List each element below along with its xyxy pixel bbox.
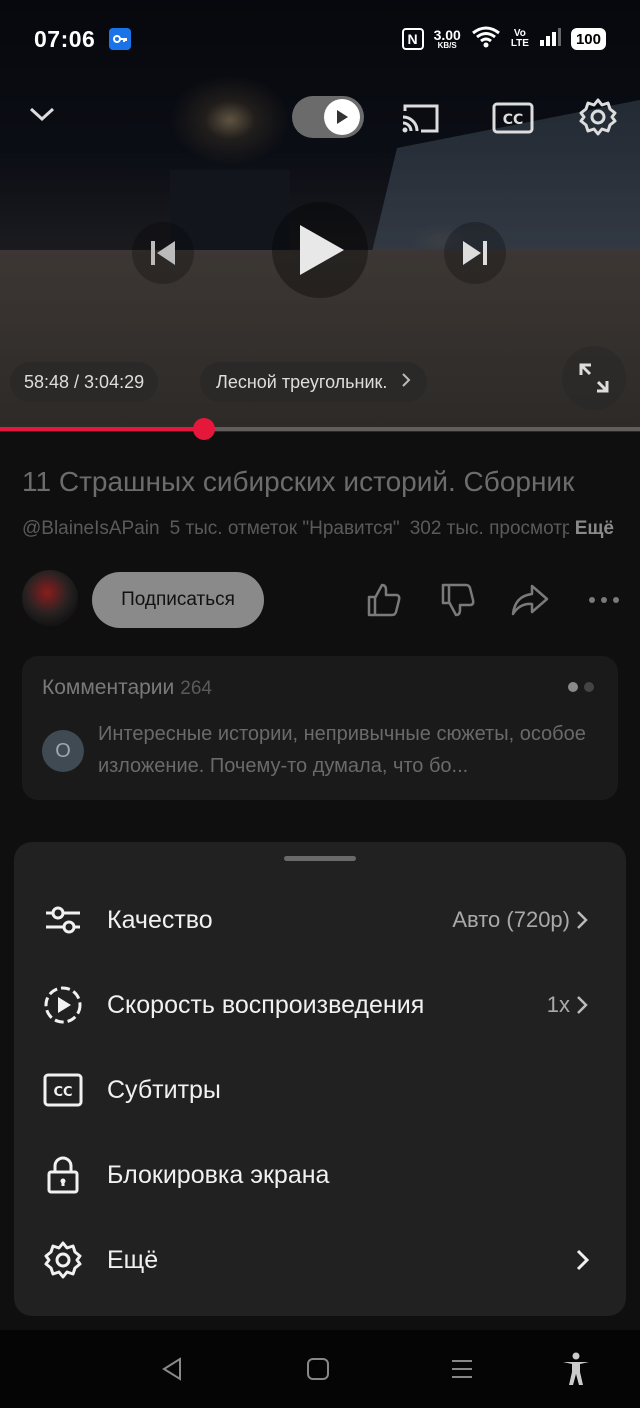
- nfc-icon: N: [401, 28, 424, 50]
- accessibility-icon[interactable]: [554, 1347, 598, 1391]
- progress-bar[interactable]: [0, 418, 640, 440]
- more-settings-label: Ещё: [107, 1245, 159, 1274]
- playback-speed-label: Скорость воспроизведения: [107, 990, 425, 1019]
- comments-title: Комментарии: [42, 676, 175, 699]
- playback-speed-menu-item[interactable]: Скорость воспроизведения 1x: [14, 963, 626, 1047]
- share-button[interactable]: [508, 578, 552, 622]
- comments-count: 264: [180, 678, 212, 699]
- channel-avatar[interactable]: [22, 570, 78, 626]
- more-actions-button[interactable]: [582, 578, 626, 622]
- svg-text:CC: CC: [503, 112, 524, 128]
- chapter-title: Лесной треугольник.: [216, 371, 388, 392]
- subtitles-label: Субтитры: [107, 1075, 221, 1104]
- status-time: 07:06: [34, 25, 96, 52]
- comment-preview: Интересные истории, непривычные сюжеты, …: [98, 723, 586, 777]
- like-button[interactable]: [362, 578, 406, 622]
- gear-icon: [42, 1239, 84, 1281]
- subscribe-button[interactable]: Подписаться: [92, 572, 264, 628]
- player-settings-sheet: Качество Авто (720p) Скорость воспроизве…: [14, 842, 626, 1316]
- video-title[interactable]: 11 Страшных сибирских историй. Сборник: [22, 466, 622, 498]
- dislike-button[interactable]: [436, 578, 480, 622]
- play-button[interactable]: [272, 202, 368, 298]
- autoplay-play-icon: [324, 99, 360, 135]
- channel-handle: @BlaineIsAPain: [22, 518, 160, 539]
- screen-lock-label: Блокировка экрана: [107, 1160, 330, 1189]
- battery-icon: 100: [570, 28, 606, 50]
- playback-speed-value: 1x: [546, 992, 570, 1017]
- chevron-right-icon: [401, 372, 411, 393]
- chapter-button[interactable]: Лесной треугольник.: [200, 362, 428, 402]
- player-settings-gear-icon[interactable]: [576, 94, 620, 140]
- chevron-right-icon: [576, 908, 590, 932]
- net-speed-value: 3.00: [433, 27, 461, 43]
- captions-button[interactable]: CC: [490, 96, 536, 140]
- sheet-drag-handle[interactable]: [284, 856, 356, 861]
- net-speed-unit: KB/S: [437, 41, 457, 50]
- playback-speed-icon: [42, 984, 84, 1026]
- minimize-player-button[interactable]: [22, 94, 62, 134]
- next-video-button[interactable]: [444, 222, 506, 284]
- video-meta[interactable]: @BlaineIsAPain 5 тыс. отметок "Нравится"…: [22, 518, 622, 540]
- svg-text:CC: CC: [53, 1085, 72, 1100]
- system-navigation-bar: [0, 1330, 640, 1408]
- back-icon[interactable]: [150, 1347, 194, 1391]
- autoplay-toggle[interactable]: [292, 96, 364, 138]
- screen-lock-menu-item[interactable]: Блокировка экрана: [14, 1133, 626, 1217]
- vpn-key-icon: [109, 28, 132, 50]
- progress-scrubber[interactable]: [192, 418, 215, 440]
- commenter-avatar: О: [42, 730, 84, 772]
- quality-label: Качество: [107, 905, 213, 934]
- quality-sliders-icon: [42, 899, 84, 941]
- chevron-right-icon: [576, 1248, 590, 1272]
- wifi-icon: [471, 25, 501, 54]
- more-description-button[interactable]: Ещё: [568, 518, 614, 540]
- comments-card[interactable]: Комментарии 264 О Интересные истории, неп…: [22, 656, 618, 800]
- cast-button[interactable]: [398, 96, 442, 140]
- volte-bottom: LTE: [510, 38, 529, 49]
- fullscreen-button[interactable]: [562, 346, 626, 410]
- more-settings-menu-item[interactable]: Ещё: [14, 1218, 626, 1302]
- status-bar: 07:06 N 3.00 KB/S Vo LTE 100: [0, 0, 640, 78]
- like-count: 5 тыс. отметок "Нравится": [169, 518, 400, 539]
- progress-fill: [0, 427, 204, 431]
- recent-apps-icon[interactable]: [440, 1347, 484, 1391]
- home-icon[interactable]: [296, 1347, 340, 1391]
- quality-menu-item[interactable]: Качество Авто (720p): [14, 878, 626, 962]
- quality-value: Авто (720p): [452, 907, 570, 932]
- chevron-right-icon: [576, 993, 590, 1017]
- subtitles-menu-item[interactable]: CC Субтитры: [14, 1048, 626, 1132]
- comments-header: Комментарии 264: [42, 676, 212, 700]
- comments-pager-dots: [568, 682, 594, 692]
- lock-icon: [42, 1154, 84, 1196]
- previous-video-button[interactable]: [132, 222, 194, 284]
- subtitles-icon: CC: [42, 1069, 84, 1111]
- playback-time: 58:48 / 3:04:29: [10, 362, 159, 402]
- view-count: 302 тыс. просмотров: [409, 518, 594, 539]
- volte-indicator: Vo LTE: [510, 28, 529, 50]
- signal-icon: [539, 27, 561, 52]
- net-speed: 3.00 KB/S: [434, 28, 461, 50]
